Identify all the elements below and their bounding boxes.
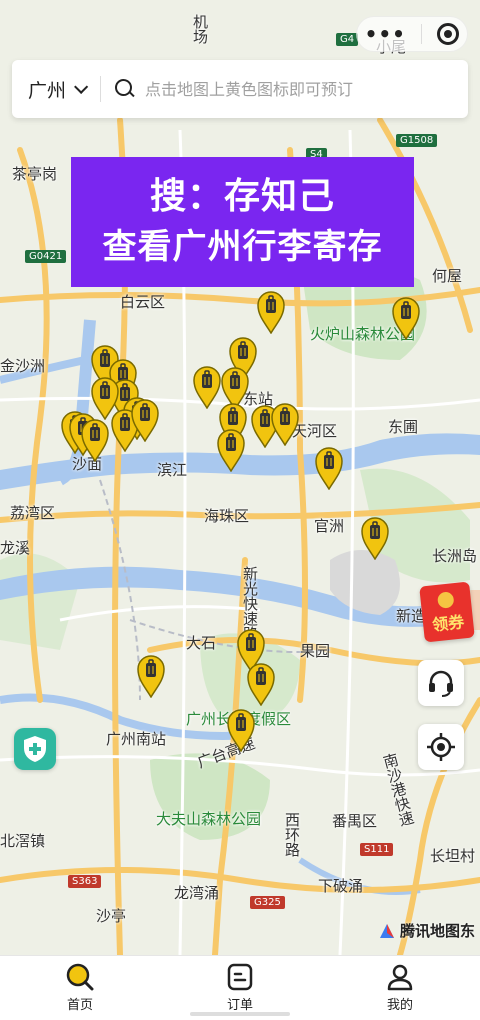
more-dots-icon[interactable]: ••• xyxy=(365,22,406,46)
place-label: 金沙洲 xyxy=(0,357,46,375)
storage-location-pin[interactable] xyxy=(136,654,166,699)
place-label: 大夫山森林公园 xyxy=(156,810,262,828)
place-label: 茶亭岗 xyxy=(12,165,58,183)
home-indicator xyxy=(190,1012,290,1016)
place-label: 白云区 xyxy=(120,293,166,311)
tab-label: 首页 xyxy=(66,998,93,1013)
storage-location-pin[interactable] xyxy=(314,446,344,491)
banner-line-2: 查看广州行李寄存 xyxy=(102,227,383,267)
coupon-seal-icon xyxy=(436,591,455,609)
place-label: 大石 xyxy=(186,634,217,652)
search-home-icon xyxy=(66,963,94,991)
order-icon xyxy=(227,963,253,991)
place-label: 西环路 xyxy=(283,812,301,857)
coupon-label: 领券 xyxy=(431,612,466,635)
place-label: 广州南站 xyxy=(106,730,167,748)
search-icon xyxy=(115,79,135,99)
banner-line-1: 搜：存知己 xyxy=(149,176,335,217)
user-icon xyxy=(387,964,413,991)
road-shield: G1508 xyxy=(396,134,438,147)
storage-location-pin[interactable] xyxy=(246,662,276,707)
tab-orders[interactable]: 订单 xyxy=(160,956,320,1020)
locate-button[interactable] xyxy=(418,724,464,770)
place-label: 官洲 xyxy=(314,517,345,535)
map-view[interactable]: 机场 小尾 茶亭岗 何屋 白云区 火炉山森林公园 金沙洲 东站 天河区 东圃 沙… xyxy=(0,0,480,955)
storage-location-pin[interactable] xyxy=(216,428,246,473)
map-credit: 腾讯地图东 xyxy=(378,920,475,941)
place-label: 沙亭 xyxy=(96,907,127,925)
tab-label: 我的 xyxy=(386,998,413,1013)
search-divider xyxy=(100,76,102,102)
place-label: 长坦村 xyxy=(430,847,476,865)
road-shield: G325 xyxy=(250,896,285,909)
place-label: 龙溪 xyxy=(0,539,31,557)
target-circle-icon[interactable] xyxy=(437,23,460,45)
wechat-capsule: ••• xyxy=(356,16,468,52)
place-label: 北滘镇 xyxy=(0,832,46,850)
road-shield: S111 xyxy=(360,843,394,856)
place-label: 海珠区 xyxy=(204,507,250,525)
storage-location-pin[interactable] xyxy=(270,402,300,447)
place-label: 龙湾涌 xyxy=(174,884,220,902)
storage-location-pin[interactable] xyxy=(226,708,256,753)
tab-home[interactable]: 首页 xyxy=(0,956,160,1020)
storage-location-pin[interactable] xyxy=(391,296,421,341)
insurance-button[interactable] xyxy=(14,728,56,770)
chevron-down-icon xyxy=(74,79,89,94)
city-selector[interactable]: 广州 xyxy=(12,60,100,118)
place-label: 荔湾区 xyxy=(10,504,56,522)
place-label: 果园 xyxy=(300,642,331,660)
place-label: 长洲岛 xyxy=(432,547,478,565)
locate-icon xyxy=(427,733,455,761)
place-label: 下破涌 xyxy=(318,877,364,895)
search-bar: 广州 xyxy=(12,60,468,118)
coupon-button[interactable]: 领券 xyxy=(419,581,475,643)
road-shield: S363 xyxy=(68,875,102,888)
place-label: 机场 xyxy=(191,14,209,44)
storage-location-pin[interactable] xyxy=(80,418,110,463)
road-shield: G4 xyxy=(336,33,359,46)
road-shield: G0421 xyxy=(25,250,67,263)
city-label: 广州 xyxy=(28,79,67,102)
tab-bar: 首页 订单 我的 xyxy=(0,955,480,1020)
place-label: 东圃 xyxy=(388,418,419,436)
storage-location-pin[interactable] xyxy=(256,290,286,335)
promo-banner[interactable]: 搜：存知己 查看广州行李寄存 xyxy=(71,157,414,287)
map-credit-text: 腾讯地图东 xyxy=(400,922,476,940)
storage-location-pin[interactable] xyxy=(360,516,390,561)
storage-location-pin[interactable] xyxy=(130,398,160,443)
tab-mine[interactable]: 我的 xyxy=(320,956,480,1020)
tab-label: 订单 xyxy=(226,998,253,1013)
customer-service-button[interactable] xyxy=(418,660,464,706)
capsule-divider xyxy=(421,24,423,44)
search-input[interactable] xyxy=(145,79,436,99)
place-label: 何屋 xyxy=(432,267,463,285)
shield-plus-icon xyxy=(24,736,46,762)
headset-icon xyxy=(429,670,453,697)
place-label: 番禺区 xyxy=(332,812,378,830)
place-label: 滨江 xyxy=(157,461,188,479)
tencent-map-logo-icon xyxy=(380,923,394,938)
